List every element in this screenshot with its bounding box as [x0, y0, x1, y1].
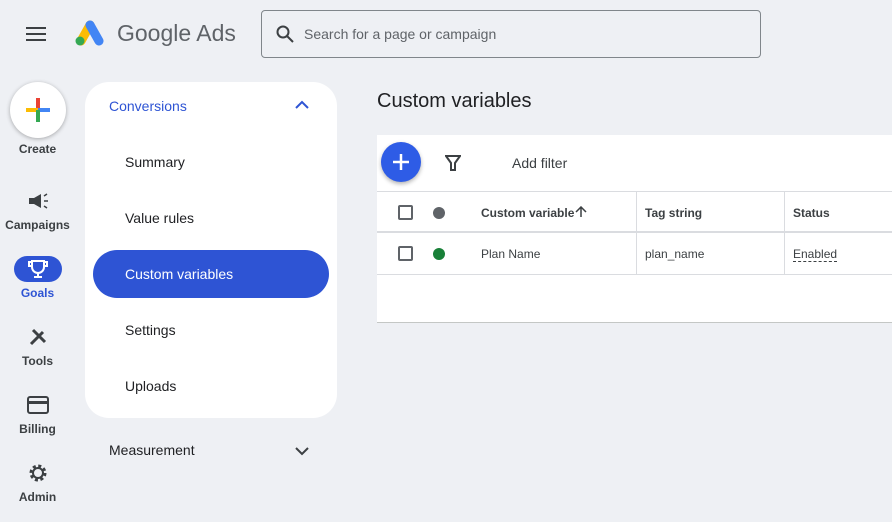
- tools-icon: [14, 324, 62, 350]
- sort-arrow-up-icon[interactable]: [575, 206, 587, 218]
- rail-goals[interactable]: Goals: [0, 256, 75, 300]
- credit-card-icon: [14, 392, 62, 418]
- nav-section-measurement[interactable]: Measurement: [109, 442, 195, 458]
- rail-admin[interactable]: Admin: [0, 460, 75, 504]
- enabled-status-dot-icon: [433, 248, 445, 260]
- column-header-tag-string[interactable]: Tag string: [645, 206, 702, 220]
- nav-item-value-rules[interactable]: Value rules: [125, 210, 194, 226]
- table-row: Plan Name plan_name Enabled: [377, 233, 892, 275]
- nav-item-uploads[interactable]: Uploads: [125, 378, 176, 394]
- add-filter-button[interactable]: Add filter: [512, 155, 567, 171]
- chevron-up-icon[interactable]: [295, 100, 309, 110]
- status-value[interactable]: Enabled: [793, 247, 838, 262]
- nav-item-custom-variables[interactable]: Custom variables: [125, 266, 233, 282]
- google-ads-logo-icon: [75, 20, 104, 46]
- row-checkbox[interactable]: [398, 246, 413, 261]
- gear-icon: [14, 460, 62, 486]
- custom-variables-table: Add filter Custom variable Tag string St…: [377, 135, 892, 323]
- add-button[interactable]: [381, 142, 421, 182]
- column-header-custom-variable[interactable]: Custom variable: [481, 206, 574, 220]
- page-title: Custom variables: [377, 90, 532, 112]
- rail-campaigns[interactable]: Campaigns: [0, 188, 75, 232]
- select-all-checkbox[interactable]: [398, 205, 413, 220]
- nav-item-summary[interactable]: Summary: [125, 154, 185, 170]
- nav-section-conversions[interactable]: Conversions: [109, 98, 187, 114]
- create-button[interactable]: [10, 82, 66, 138]
- table-header-row: Custom variable Tag string Status: [377, 191, 892, 233]
- plus-icon: [393, 154, 409, 170]
- filter-icon[interactable]: [445, 154, 461, 172]
- rail-tools[interactable]: Tools: [0, 324, 75, 368]
- chevron-down-icon[interactable]: [295, 446, 309, 456]
- megaphone-icon: [14, 188, 62, 214]
- brand-name: Google Ads: [117, 20, 236, 46]
- search-input[interactable]: Search for a page or campaign: [261, 10, 761, 58]
- search-icon: [276, 25, 294, 43]
- rail-billing[interactable]: Billing: [0, 392, 75, 436]
- plus-icon: [26, 98, 50, 122]
- main-menu-button[interactable]: [26, 27, 46, 41]
- create-label: Create: [18, 142, 57, 156]
- column-header-status[interactable]: Status: [793, 206, 830, 220]
- custom-variable-name[interactable]: Plan Name: [481, 247, 540, 261]
- tag-string: plan_name: [645, 247, 705, 261]
- trophy-icon: [13, 256, 62, 282]
- status-dot-header-icon: [433, 207, 445, 219]
- search-placeholder: Search for a page or campaign: [304, 26, 497, 42]
- nav-item-settings[interactable]: Settings: [125, 322, 176, 338]
